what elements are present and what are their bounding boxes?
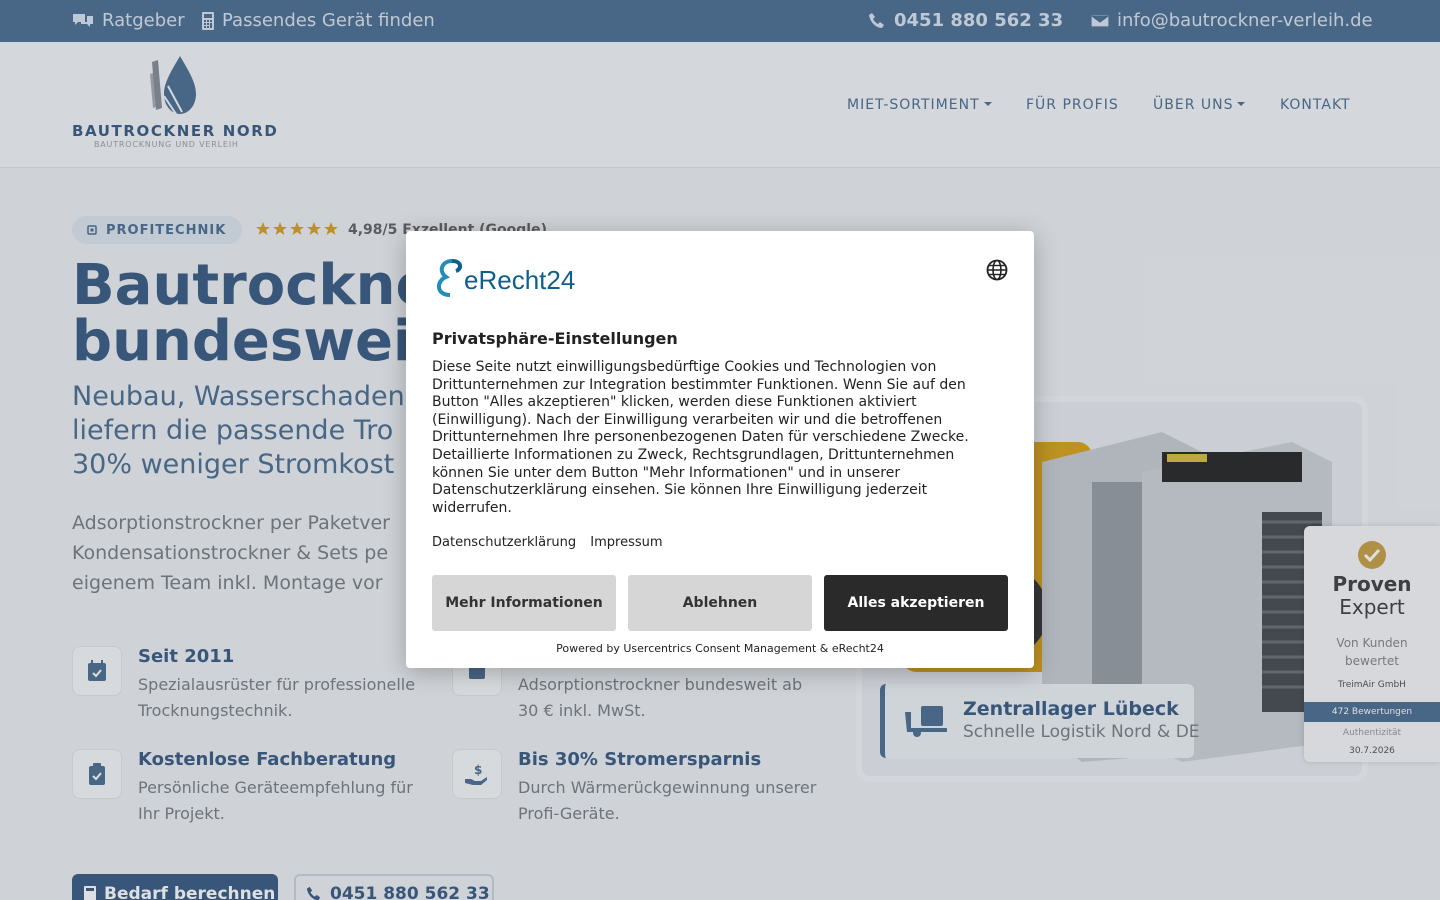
consent-dialog: eRecht24 Privatsphäre-Einstellungen Dies…	[406, 231, 1034, 668]
consent-description: Diese Seite nutzt einwilligungsbedürftig…	[432, 359, 969, 516]
deny-button[interactable]: Ablehnen	[628, 575, 812, 631]
consent-links: Datenschutzerklärung Impressum	[432, 535, 673, 550]
more-info-button[interactable]: Mehr Informationen	[432, 575, 616, 631]
consent-title: Privatsphäre-Einstellungen	[432, 329, 678, 348]
accept-all-button[interactable]: Alles akzeptieren	[824, 575, 1008, 631]
erecht24-logo: eRecht24	[432, 257, 592, 297]
privacy-policy-link[interactable]: Datenschutzerklärung	[432, 535, 576, 550]
powered-by: Powered by Usercentrics Consent Manageme…	[556, 642, 884, 655]
imprint-link[interactable]: Impressum	[590, 535, 662, 550]
language-globe-icon[interactable]	[986, 259, 1008, 281]
